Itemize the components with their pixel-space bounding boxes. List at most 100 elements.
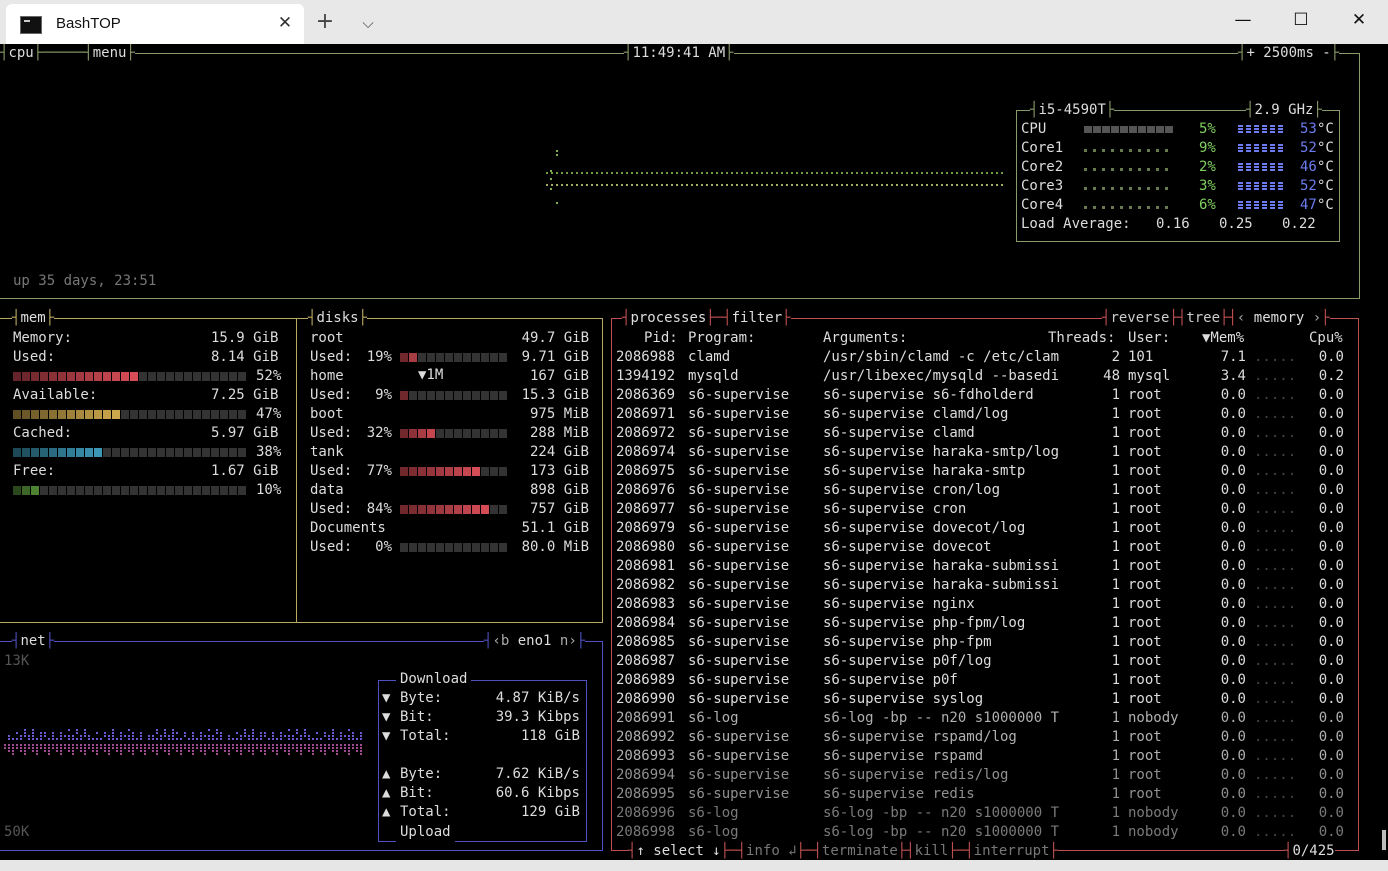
- bar-segment: [58, 486, 66, 495]
- proc-cpu-graph: .....: [1254, 672, 1297, 688]
- header-user[interactable]: User:: [1128, 329, 1170, 348]
- net-download-dot: [88, 738, 90, 740]
- header-program[interactable]: Program:: [688, 329, 755, 348]
- cpu-graph-dot: [546, 172, 548, 174]
- net-upload-dot: [36, 753, 38, 755]
- net-upload-dot: [244, 744, 246, 746]
- info-button[interactable]: info ↲: [746, 843, 797, 859]
- net-graph-dots: [4, 729, 362, 755]
- net-download-dot: [28, 738, 30, 740]
- net-upload-dot: [132, 750, 134, 752]
- net-download-dot: [176, 738, 178, 740]
- cpu-core-label: CPU: [1021, 121, 1047, 137]
- cpu-graph-dot: [631, 172, 633, 174]
- temp-unit: °C: [1317, 140, 1334, 156]
- cpu-graph-dot: [821, 184, 823, 186]
- net-download-dot: [296, 732, 298, 734]
- sort-field[interactable]: memory: [1254, 310, 1305, 326]
- proc-arguments: s6-supervise p0f: [823, 672, 958, 688]
- net-upload-dot: [316, 747, 318, 749]
- bar-segment: [238, 448, 246, 457]
- tab-title: BashTOP: [56, 15, 121, 32]
- header-cpu[interactable]: Cpu%: [1309, 329, 1343, 348]
- proc-pid: 2086971: [616, 406, 676, 422]
- proc-footer-wrap: ┤↑ select ↓├─┤info ↲├─┤terminate├┤kill├─…: [628, 842, 1058, 861]
- temp-segment: [1278, 163, 1283, 172]
- net-upload-dot: [60, 744, 62, 746]
- net-upload-dot: [232, 747, 234, 749]
- interval-control[interactable]: + 2500ms -: [1246, 45, 1330, 61]
- header-mem[interactable]: ▼Mem%: [1202, 329, 1244, 348]
- net-upload-dot: [56, 747, 58, 749]
- proc-pid: 2086995: [616, 786, 676, 802]
- cpu-graph-dot: [691, 184, 693, 186]
- close-tab-icon[interactable]: ✕: [274, 12, 296, 34]
- net-upload-dot: [80, 750, 82, 752]
- terminate-button[interactable]: terminate: [822, 843, 898, 859]
- bar-segment: [193, 448, 201, 457]
- cpu-graph-dot: [956, 184, 958, 186]
- maximize-button[interactable]: ☐: [1272, 0, 1330, 40]
- cpu-graph-dot: [756, 172, 758, 174]
- net-upload-dot: [228, 753, 230, 755]
- net-upload-dot: [168, 747, 170, 749]
- window-scrollbar[interactable]: [1382, 830, 1386, 850]
- new-tab-button[interactable]: +: [312, 11, 338, 35]
- menu-button[interactable]: menu: [93, 45, 127, 61]
- reverse-toggle[interactable]: reverse: [1110, 310, 1169, 326]
- net-next-button[interactable]: n›: [560, 633, 577, 649]
- interrupt-button[interactable]: interrupt: [974, 843, 1050, 859]
- header-threads[interactable]: Threads:: [1048, 329, 1115, 348]
- sort-prev-icon[interactable]: ‹: [1237, 310, 1245, 326]
- mem-label: Memory:: [13, 330, 73, 346]
- net-download-dot: [48, 738, 50, 740]
- minimize-button[interactable]: —: [1214, 0, 1272, 40]
- temp-unit: °C: [1317, 197, 1334, 213]
- net-upload-dot: [324, 750, 326, 752]
- net-upload-dot: [36, 750, 38, 752]
- sort-next-icon[interactable]: ›: [1313, 310, 1321, 326]
- net-upload-dot: [220, 744, 222, 746]
- close-window-button[interactable]: ✕: [1330, 0, 1388, 40]
- proc-pid: 2086989: [616, 672, 676, 688]
- cpu-graph-dot: [606, 172, 608, 174]
- bar-segment: [454, 391, 462, 400]
- cpu-graph-dot: [596, 172, 598, 174]
- cpu-graph-dot: [556, 184, 558, 186]
- bar-segment: [472, 429, 480, 438]
- download-label: Download: [396, 670, 472, 689]
- bar-segment: [481, 467, 489, 476]
- tree-toggle[interactable]: tree: [1186, 310, 1220, 326]
- kill-button[interactable]: kill: [915, 843, 949, 859]
- mem-percent: 52%: [256, 368, 282, 384]
- net-upload-dot: [80, 747, 82, 749]
- bar-segment: [427, 391, 435, 400]
- proc-options-wrap: ┤reverse├┤tree├┤‹ memory ›├: [1102, 309, 1330, 328]
- header-arguments[interactable]: Arguments:: [823, 329, 907, 348]
- header-pid[interactable]: Pid:: [644, 329, 678, 348]
- bar-segment: [148, 372, 156, 381]
- net-download-dot: [12, 738, 14, 740]
- tab-dropdown-icon[interactable]: ⌵: [356, 11, 380, 35]
- bar-segment: [481, 505, 489, 514]
- bar-segment: [418, 505, 426, 514]
- net-upload-dot: [312, 750, 314, 752]
- bar-segment: [139, 448, 147, 457]
- proc-threads: 1: [1111, 406, 1120, 422]
- tab-bashtop[interactable]: BashTOP ✕: [6, 4, 304, 44]
- net-download-dot: [52, 735, 54, 737]
- bar-segment: [499, 353, 507, 362]
- mem-disks-divider: [296, 318, 297, 622]
- select-control[interactable]: ↑ select ↓: [636, 843, 720, 859]
- disk-used-label: Used:: [310, 425, 353, 441]
- net-upload-dot: [212, 747, 214, 749]
- bar-segment: [463, 543, 471, 552]
- meter-segment: [1084, 126, 1092, 133]
- bar-segment: [436, 543, 444, 552]
- proc-program: s6-supervise: [688, 615, 790, 631]
- filter-button[interactable]: filter: [732, 310, 783, 326]
- net-prev-button[interactable]: ‹b: [492, 633, 509, 649]
- cpu-graph-dot: [651, 184, 653, 186]
- bar-segment: [400, 353, 408, 362]
- net-download-dot: [220, 732, 222, 734]
